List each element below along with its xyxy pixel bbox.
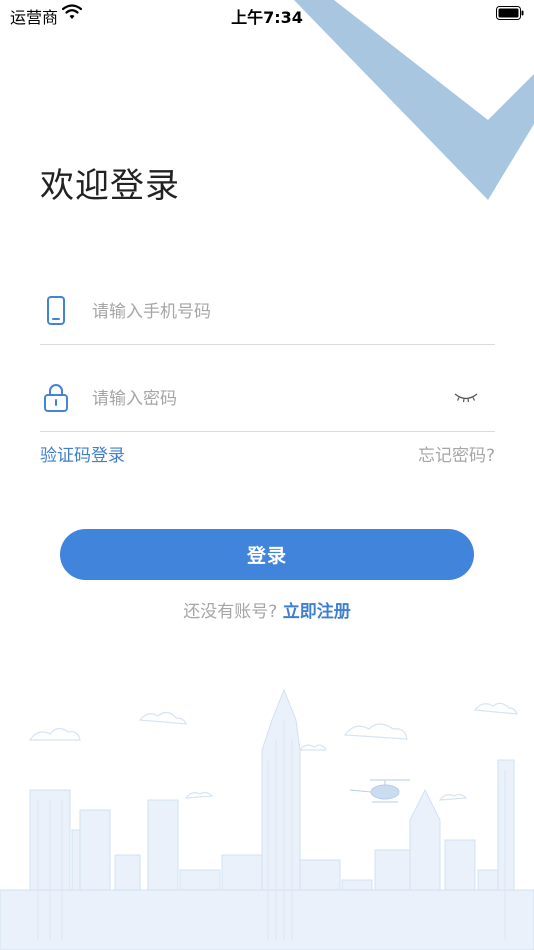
forgot-password-link[interactable]: 忘记密码?: [418, 441, 495, 466]
page-title: 欢迎登录: [40, 166, 180, 206]
sms-login-link[interactable]: 验证码登录: [40, 441, 125, 466]
password-input[interactable]: [90, 383, 434, 415]
corner-decoration: [294, 0, 534, 200]
register-question: 还没有账号?: [183, 602, 278, 622]
phone-input[interactable]: [90, 296, 434, 328]
password-field: [40, 371, 495, 432]
lock-icon: [44, 384, 68, 412]
phone-field: [40, 284, 495, 345]
register-link[interactable]: 立即注册: [283, 602, 351, 622]
register-row: 还没有账号? 立即注册: [0, 597, 534, 622]
eye-closed-icon[interactable]: [453, 389, 479, 407]
status-time: 上午7:34: [231, 8, 303, 27]
login-button[interactable]: 登录: [60, 529, 474, 580]
phone-icon: [47, 296, 65, 325]
status-bar: 运营商 上午7:34: [0, 0, 534, 28]
city-skyline-illustration: [0, 688, 534, 950]
battery-icon: [496, 6, 524, 20]
auth-links: 验证码登录 忘记密码?: [40, 441, 495, 467]
